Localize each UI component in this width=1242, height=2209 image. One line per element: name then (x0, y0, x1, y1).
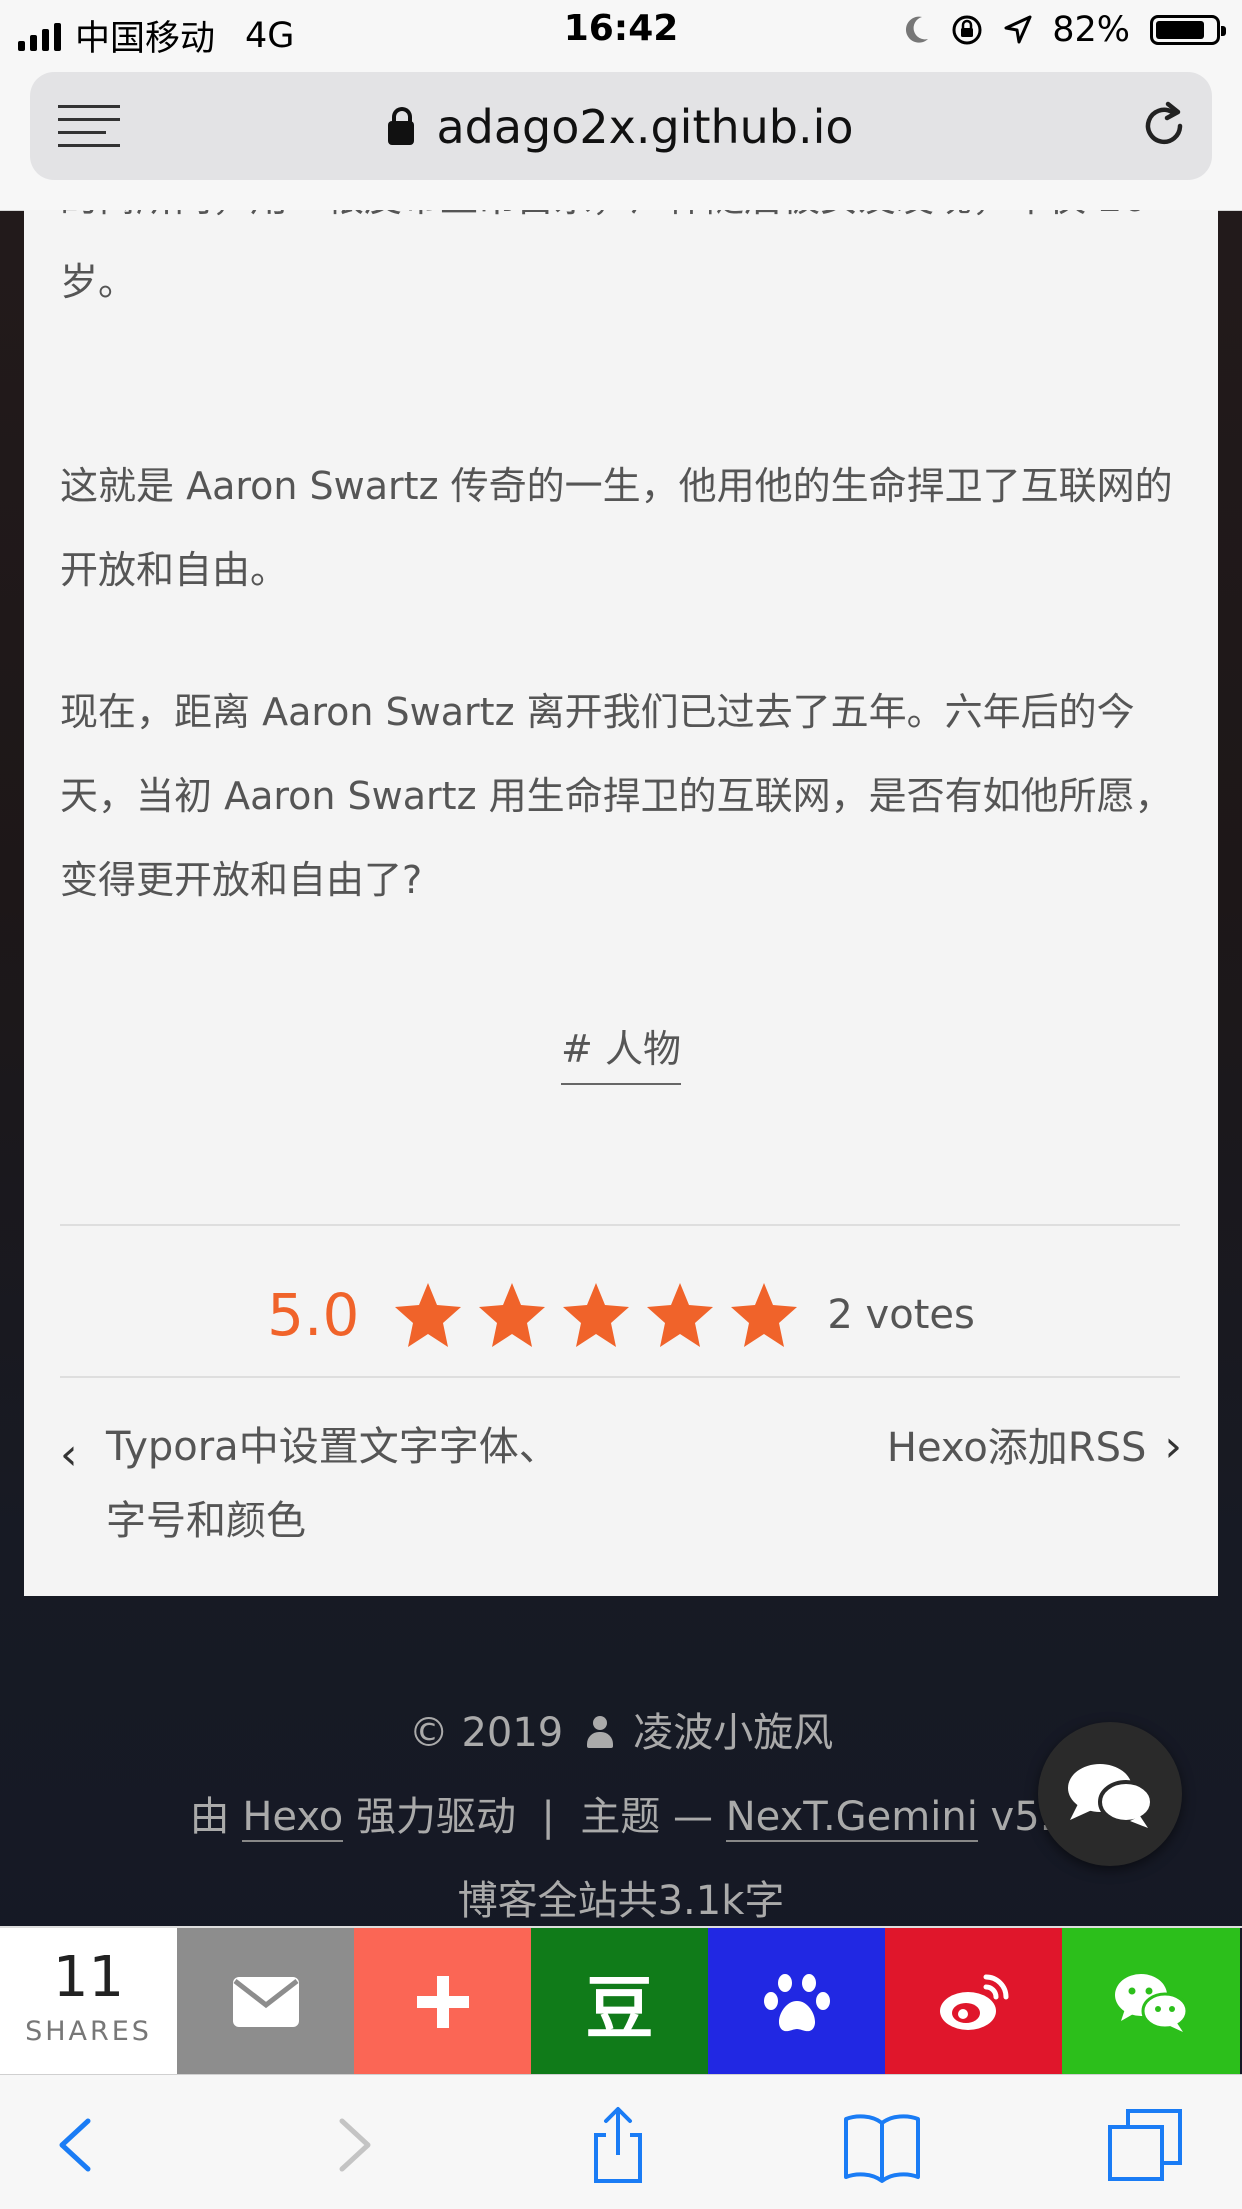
location-icon (1004, 15, 1032, 44)
star-icon[interactable] (477, 1280, 547, 1350)
next-post-link[interactable]: Hexo添加RSS › (887, 1410, 1182, 1485)
star-icon[interactable] (393, 1280, 463, 1350)
browser-toolbar (0, 2074, 1242, 2209)
divider (60, 1224, 1180, 1226)
share-count: 11 SHARES (0, 1928, 177, 2076)
back-icon[interactable] (38, 2105, 118, 2185)
share-douban-button[interactable]: 豆 (531, 1928, 708, 2076)
url-display[interactable]: adago2x.github.io (30, 100, 1212, 154)
article-paragraph: 这就是 Aaron Swartz 传奇的一生，他用他的生命捍卫了互联网的开放和自… (60, 464, 1173, 592)
plus-icon (416, 1976, 469, 2028)
prev-post-link[interactable]: ‹ Typora中设置文字字体、字号和颜色 (60, 1410, 580, 1558)
star-icon[interactable] (561, 1280, 631, 1350)
theme-link[interactable]: NexT.Gemini (725, 1794, 978, 1842)
article-paragraph: 现在，距离 Aaron Swartz 离开我们已过去了五年。六年后的今天，当初 … (60, 690, 1173, 902)
chat-bubbles-icon (1068, 1764, 1154, 1828)
douban-icon: 豆 (585, 1969, 654, 2049)
share-count-label: SHARES (25, 2016, 152, 2047)
powered-prefix: 由 (189, 1794, 230, 1840)
divider (60, 1376, 1180, 1378)
next-post-title: Hexo添加RSS (886, 1425, 1147, 1471)
share-wechat-button[interactable] (1062, 1928, 1240, 2076)
weibo-icon (939, 1974, 1008, 2030)
share-bar: 11 SHARES 豆 (0, 1926, 1242, 2076)
prev-post-title: Typora中设置文字字体、字号和颜色 (106, 1424, 559, 1544)
word-count: 博客全站共3.1k字 (457, 1878, 785, 1924)
reload-icon[interactable] (1138, 100, 1190, 152)
share-weibo-button[interactable] (885, 1928, 1062, 2076)
battery-icon (1150, 15, 1226, 45)
star-rating[interactable] (393, 1280, 799, 1350)
footer-separator: | (541, 1794, 555, 1840)
vote-count: 2 votes (827, 1292, 975, 1338)
author-name: 凌波小旋风 (633, 1710, 834, 1756)
wechat-icon (1115, 1974, 1189, 2032)
bookmarks-icon[interactable] (842, 2105, 922, 2185)
lock-icon (388, 107, 415, 145)
url-text: adago2x.github.io (436, 100, 854, 154)
tabs-icon[interactable] (1106, 2105, 1186, 2185)
article-paragraph: 的寓所内，用一根皮带上吊自杀，尸体随后被女友发现，年仅 26 岁。 (60, 210, 1146, 304)
theme-prefix: 主题 — (580, 1794, 714, 1840)
share-email-button[interactable] (177, 1928, 354, 2076)
chevron-left-icon: ‹ (60, 1429, 78, 1480)
status-bar: 中国移动 4G 16:42 82% (0, 0, 1242, 62)
share-icon[interactable] (578, 2105, 658, 2185)
email-icon (232, 1977, 299, 2027)
copyright: © 2019 (408, 1710, 564, 1756)
do-not-disturb-icon (906, 16, 929, 43)
chat-button[interactable] (1038, 1722, 1182, 1866)
baidu-paw-icon (763, 1974, 830, 2032)
rotation-lock-icon (952, 15, 982, 45)
forward-icon (339, 2118, 371, 2172)
tag-link[interactable]: # 人物 (561, 1018, 681, 1085)
user-icon (585, 1716, 615, 1750)
hexo-link[interactable]: Hexo (242, 1794, 344, 1842)
rating-score: 5.0 (267, 1281, 360, 1349)
share-baidu-button[interactable] (708, 1928, 885, 2076)
battery-percent: 82% (1052, 10, 1130, 50)
chevron-right-icon: › (1164, 1421, 1182, 1472)
article-card: 的寓所内，用一根皮带上吊自杀，尸体随后被女友发现，年仅 26 岁。 这就是 Aa… (24, 210, 1218, 1596)
address-bar[interactable]: adago2x.github.io (30, 72, 1212, 180)
share-more-button[interactable] (354, 1928, 531, 2076)
powered-suffix: 强力驱动 (355, 1794, 516, 1840)
star-icon[interactable] (729, 1280, 799, 1350)
rating-widget: 5.0 2 votes (24, 1260, 1218, 1370)
browser-address-area: adago2x.github.io (0, 62, 1242, 211)
star-icon[interactable] (645, 1280, 715, 1350)
share-count-number: 11 (52, 1945, 125, 2010)
